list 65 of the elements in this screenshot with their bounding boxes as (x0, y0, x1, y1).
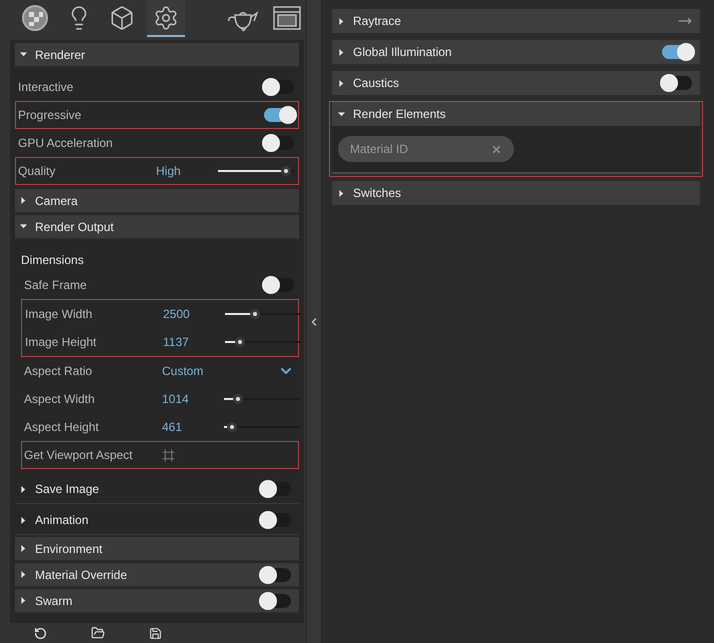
section-header[interactable]: Switches (332, 181, 700, 205)
setting-label: Safe Frame (24, 278, 88, 292)
toggle-switch[interactable] (261, 482, 291, 496)
expanded-triangle-icon[interactable] (20, 51, 27, 58)
value-text: High (156, 164, 182, 178)
toggle-switch[interactable] (261, 513, 291, 528)
setting-label: Aspect Ratio (24, 364, 94, 378)
collapsed-triangle-icon[interactable] (338, 18, 345, 24)
section-header[interactable]: Caustics (332, 71, 700, 95)
checker-ball-icon (20, 4, 49, 32)
setting-label: GPU Acceleration (18, 136, 114, 150)
value-text: 1014 (162, 392, 190, 406)
setting-label: Quality (18, 164, 56, 178)
collapsed-triangle-icon[interactable] (20, 197, 27, 204)
settings-icon (152, 4, 179, 31)
section-header[interactable]: Raytrace (332, 9, 700, 33)
cube-icon (109, 4, 136, 31)
setting-label: Image Width (25, 307, 94, 322)
setting-label: Aspect Height (24, 420, 100, 434)
collapsed-triangle-icon[interactable] (338, 190, 345, 196)
collapsed-triangle-icon[interactable] (20, 516, 27, 524)
dropdown-value[interactable]: Custom (162, 364, 224, 378)
setting-label: Progressive (18, 108, 82, 122)
section-header[interactable]: Camera (15, 189, 299, 214)
section-header[interactable]: Environment (15, 537, 299, 562)
toggle-switch[interactable] (662, 76, 692, 90)
reset-icon[interactable] (34, 626, 47, 640)
open-folder-icon[interactable] (91, 626, 105, 640)
dropdown-caret-icon[interactable] (240, 28, 247, 32)
value-text: 2500 (163, 307, 191, 322)
close-icon[interactable] (491, 144, 502, 154)
toggle-switch[interactable] (261, 594, 291, 608)
section-header[interactable]: Material Override (15, 563, 299, 588)
setting-label: Image Height (25, 335, 98, 350)
toolbar-tab[interactable] (147, 0, 185, 38)
render-window-icon (273, 4, 302, 31)
section-header[interactable]: Global Illumination (332, 40, 700, 64)
expanded-triangle-icon[interactable] (20, 223, 27, 230)
collapsed-triangle-icon[interactable] (20, 486, 27, 493)
toggle-switch[interactable] (662, 45, 692, 59)
section-header[interactable]: Renderer (15, 43, 299, 68)
section-header[interactable]: Render Elements (332, 102, 700, 126)
value-text: 461 (162, 420, 184, 434)
toggle-switch[interactable] (264, 108, 294, 122)
frame-icon[interactable] (162, 448, 175, 462)
save-icon[interactable] (149, 626, 162, 640)
toggle-switch[interactable] (264, 278, 294, 292)
collapsed-triangle-icon[interactable] (20, 571, 27, 578)
section-header[interactable]: Save Image (15, 475, 299, 504)
expanded-triangle-icon[interactable] (338, 110, 345, 118)
section-header[interactable]: Animation (15, 506, 299, 536)
toggle-switch[interactable] (261, 568, 291, 582)
setting-label: Interactive (18, 80, 74, 94)
subheading: Dimensions (21, 252, 85, 270)
setting-label: Aspect Width (24, 392, 96, 406)
section-header[interactable]: Render Output (15, 215, 299, 240)
collapsed-triangle-icon[interactable] (338, 80, 345, 86)
section-header[interactable]: Swarm (15, 589, 299, 614)
toggle-switch[interactable] (264, 80, 294, 94)
collapsed-triangle-icon[interactable] (20, 545, 27, 552)
collapsed-triangle-icon[interactable] (20, 597, 27, 604)
value-text: 1137 (163, 335, 190, 350)
collapsed-triangle-icon[interactable] (338, 48, 345, 56)
setting-label: Get Viewport Aspect (24, 448, 134, 462)
toggle-switch[interactable] (264, 136, 294, 150)
